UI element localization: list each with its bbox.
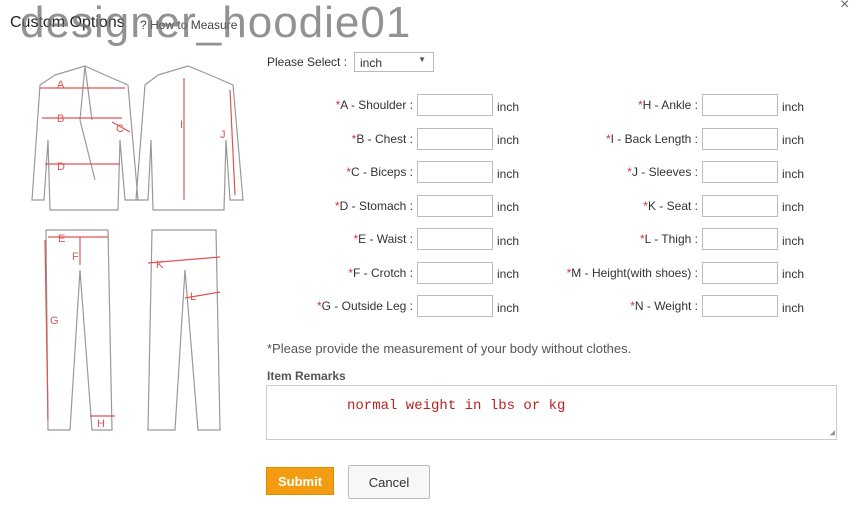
close-icon[interactable]: ×	[840, 0, 849, 14]
measurement-input[interactable]	[702, 161, 778, 183]
svg-text:H: H	[97, 418, 105, 430]
field-label-text: K - Seat :	[647, 198, 698, 213]
measurement-input[interactable]	[702, 228, 778, 250]
field-label: *G - Outside Leg :	[263, 299, 413, 313]
field-label-text: I - Back Length :	[610, 131, 698, 146]
field-label-text: N - Weight :	[634, 299, 698, 313]
svg-text:J: J	[220, 129, 226, 141]
field-label: *H - Ankle :	[408, 98, 698, 112]
svg-text:A: A	[57, 79, 65, 91]
svg-text:G: G	[50, 315, 59, 327]
field-label-text: L - Thigh :	[644, 232, 698, 246]
measurement-input[interactable]	[702, 295, 778, 317]
dialog-title: Custom Options	[10, 14, 125, 31]
unit-select[interactable]: inch ▼	[354, 52, 434, 72]
measurement-row: *K - Seat : inch	[408, 194, 805, 217]
field-label: *L - Thigh :	[408, 232, 698, 246]
field-label-text: B - Chest :	[356, 131, 413, 146]
item-remarks-label: Item Remarks	[267, 369, 346, 383]
field-label: *D - Stomach :	[263, 199, 413, 213]
unit-text: inch	[782, 300, 805, 315]
field-label: *A - Shoulder :	[263, 98, 413, 112]
measurement-row: *H - Ankle : inch	[408, 94, 804, 116]
unit-value: inch	[360, 56, 383, 70]
measurement-row: *L - Thigh : inch	[408, 228, 804, 250]
measurement-input[interactable]	[702, 261, 778, 284]
field-label-text: H - Ankle :	[642, 98, 698, 112]
field-label: *E - Waist :	[263, 232, 413, 246]
submit-button[interactable]: Submit	[266, 467, 334, 495]
how-to-measure-label: How to Measure	[150, 18, 238, 32]
chevron-down-icon: ▼	[418, 55, 426, 64]
field-label: *K - Seat :	[408, 199, 698, 213]
field-label: *M - Height(with shoes) :	[408, 266, 698, 280]
field-label: *I - Back Length :	[408, 132, 698, 146]
field-label-text: C - Biceps :	[350, 165, 413, 179]
unit-text: inch	[782, 233, 805, 248]
svg-text:I: I	[180, 119, 183, 131]
field-label-text: M - Height(with shoes) :	[571, 265, 698, 280]
measurement-row: *M - Height(with shoes) : inch	[408, 261, 805, 284]
unit-text: inch	[782, 267, 805, 281]
unit-label: Please Select :	[267, 55, 348, 69]
field-label-text: E - Waist :	[358, 232, 413, 246]
unit-text: inch	[782, 133, 805, 147]
field-label: *B - Chest :	[263, 132, 413, 146]
unit-text: inch	[782, 166, 805, 181]
item-remarks-value: normal weight in lbs or kg	[347, 398, 566, 414]
field-label-text: J - Sleeves :	[631, 165, 698, 179]
svg-text:C: C	[116, 123, 124, 135]
svg-text:B: B	[57, 113, 64, 125]
svg-text:D: D	[57, 161, 65, 173]
field-label-text: A - Shoulder :	[340, 98, 413, 112]
field-label: *F - Crotch :	[263, 266, 413, 280]
field-label: *C - Biceps :	[263, 165, 413, 179]
measurement-note: *Please provide the measurement of your …	[267, 341, 632, 356]
svg-text:L: L	[190, 291, 196, 303]
svg-text:K: K	[156, 259, 164, 271]
svg-text:E: E	[58, 233, 65, 245]
svg-text:F: F	[72, 251, 79, 263]
measurement-input[interactable]	[702, 194, 778, 217]
unit-text: inch	[782, 99, 805, 114]
field-label: *J - Sleeves :	[408, 165, 698, 179]
measurement-row: *J - Sleeves : inch	[408, 161, 804, 183]
resize-handle-icon[interactable]: ◢	[830, 428, 835, 438]
measurement-row: *N - Weight : inch	[408, 295, 804, 317]
measurement-row: *I - Back Length : inch	[408, 127, 805, 150]
field-label-text: F - Crotch :	[352, 265, 413, 280]
cancel-button[interactable]: Cancel	[348, 465, 430, 499]
item-remarks-textarea[interactable]: normal weight in lbs or kg ◢	[266, 385, 837, 440]
field-label-text: G - Outside Leg :	[321, 299, 413, 313]
measurement-diagram: A B C D I J EF G H K L	[31, 65, 244, 431]
unit-text: inch	[782, 200, 805, 214]
field-label-text: D - Stomach :	[339, 198, 413, 213]
measurement-input[interactable]	[702, 127, 778, 150]
how-to-measure-link[interactable]: ? How to Measure	[140, 18, 237, 32]
field-label: *N - Weight :	[408, 299, 698, 313]
measurement-input[interactable]	[702, 94, 778, 116]
